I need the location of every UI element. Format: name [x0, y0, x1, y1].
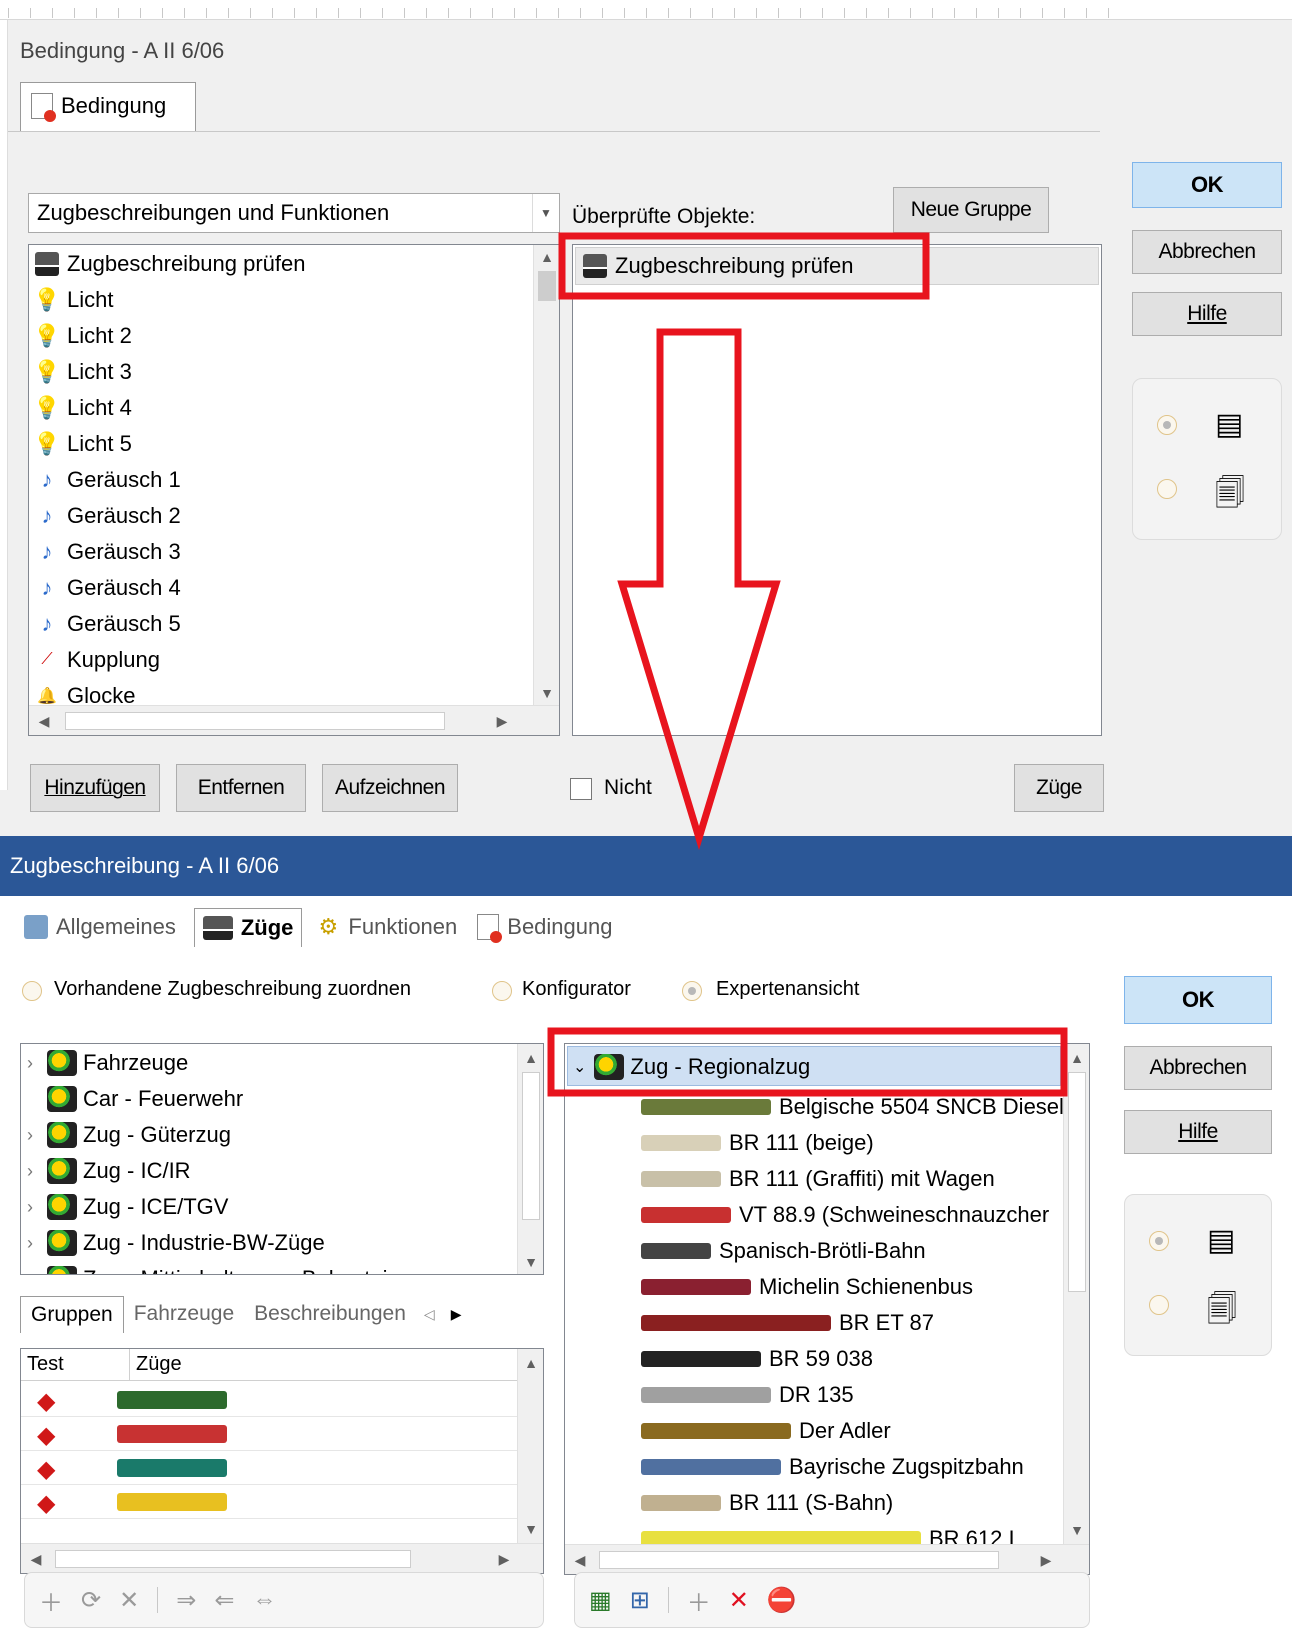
- highlight-box-bottom: [547, 1027, 1068, 1097]
- annotation-overlay: [547, 232, 1068, 1097]
- down-arrow-annotation: [617, 328, 781, 851]
- highlight-box-top: [558, 232, 930, 300]
